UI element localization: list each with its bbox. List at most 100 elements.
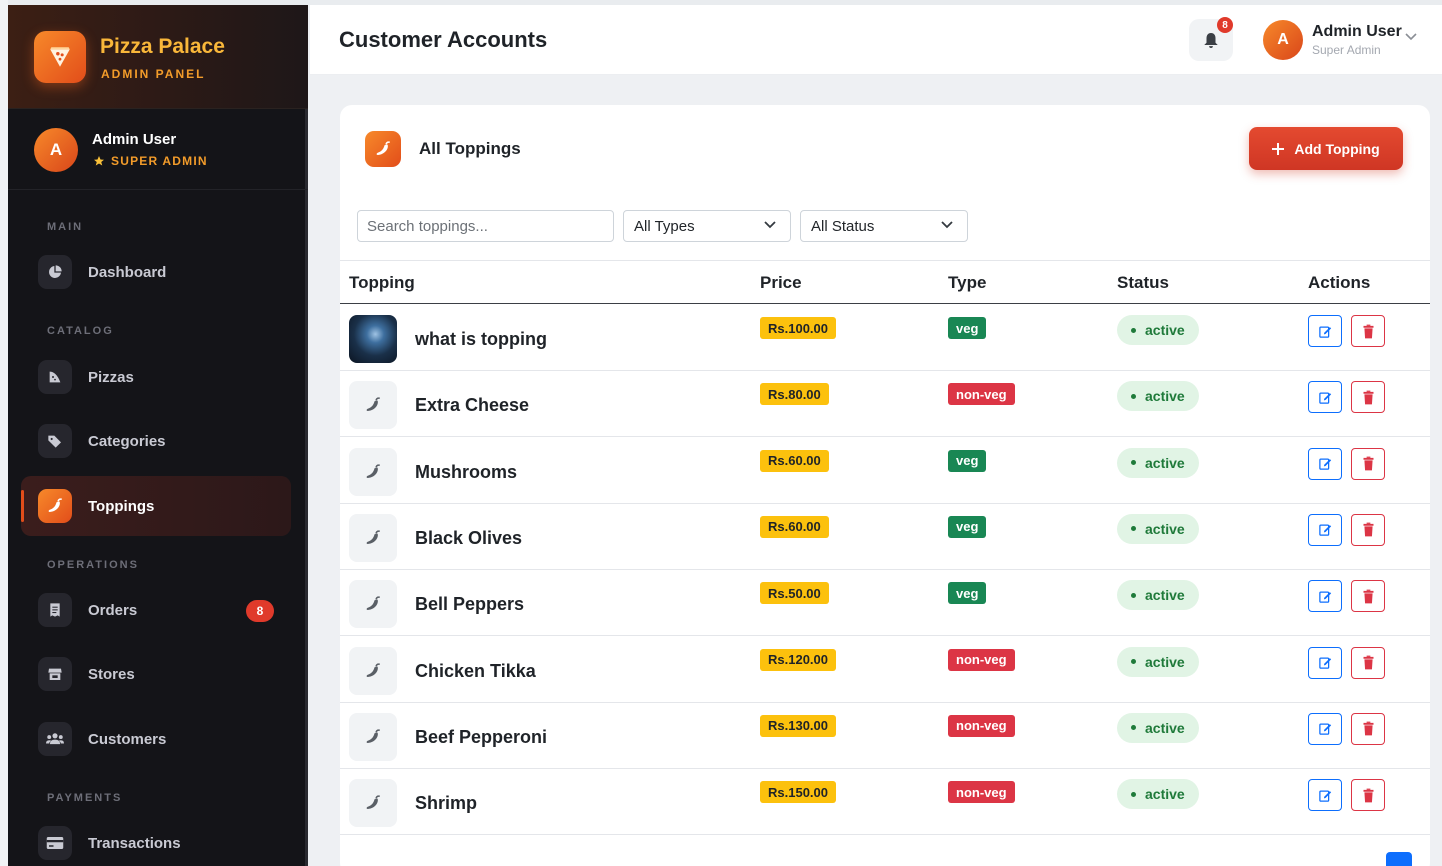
status-label: active — [1145, 587, 1185, 604]
sidebar-item-label: Customers — [88, 730, 167, 748]
sidebar-item-toppings[interactable]: Toppings — [21, 476, 291, 536]
type-filter-value: All Types — [634, 217, 695, 235]
edit-icon — [1318, 589, 1333, 604]
edit-button[interactable] — [1308, 712, 1342, 745]
table-row: Black Olives Rs.60.00 veg active — [340, 504, 1430, 570]
edit-button[interactable] — [1308, 580, 1342, 613]
avatar: A — [34, 128, 78, 172]
status-dot-icon — [1131, 592, 1136, 598]
price-badge: Rs.100.00 — [760, 317, 836, 339]
add-topping-label: Add Topping — [1294, 140, 1380, 157]
column-header-status: Status — [1117, 273, 1169, 292]
price-badge: Rs.150.00 — [760, 781, 836, 804]
type-badge: non-veg — [948, 714, 1015, 737]
brand-header: Pizza Palace ADMIN PANEL — [8, 5, 308, 109]
sidebar-item-customers[interactable]: Customers — [21, 709, 291, 769]
status-label: active — [1145, 454, 1185, 471]
topping-name: Bell Peppers — [415, 594, 525, 615]
table-row: Shrimp Rs.150.00 non-veg active — [340, 769, 1430, 836]
price-badge: Rs.60.00 — [760, 449, 829, 472]
status-badge: active — [1117, 381, 1199, 412]
delete-button[interactable] — [1351, 712, 1385, 745]
edit-button[interactable] — [1308, 513, 1342, 546]
brand-subtitle: ADMIN PANEL — [101, 67, 206, 81]
delete-button[interactable] — [1351, 646, 1385, 679]
edit-icon — [1318, 788, 1333, 803]
receipt-icon — [38, 593, 72, 627]
sidebar-item-transactions[interactable]: Transactions — [21, 813, 291, 866]
topping-name: Extra Cheese — [415, 395, 530, 416]
sidebar-item-orders[interactable]: Orders 8 — [21, 580, 291, 640]
topping-name: Black Olives — [415, 527, 523, 548]
trash-icon — [1362, 456, 1375, 471]
type-badge: non-veg — [948, 781, 1015, 804]
table-row: what is topping Rs.100.00 veg active — [340, 305, 1430, 371]
sidebar-item-label: Transactions — [88, 834, 181, 852]
status-badge: active — [1117, 315, 1199, 345]
status-badge: active — [1117, 447, 1199, 478]
topping-name: Beef Pepperoni — [415, 726, 548, 747]
chart-pie-icon — [38, 255, 72, 289]
delete-button[interactable] — [1351, 779, 1385, 812]
edit-icon — [1318, 655, 1333, 670]
status-badge: active — [1117, 712, 1199, 743]
edit-icon — [1318, 456, 1333, 471]
delete-button[interactable] — [1351, 580, 1385, 613]
users-icon — [38, 722, 72, 756]
top-header: Customer Accounts 8 A Admin User Super A… — [310, 5, 1442, 75]
edit-icon — [1318, 390, 1333, 405]
edit-button[interactable] — [1308, 447, 1342, 480]
status-filter-select[interactable]: All Status — [800, 210, 968, 242]
card-title: All Toppings — [419, 139, 521, 158]
delete-button[interactable] — [1351, 315, 1385, 347]
edit-button[interactable] — [1308, 381, 1342, 414]
pepper-icon — [349, 513, 397, 562]
delete-button[interactable] — [1351, 447, 1385, 480]
topping-image — [349, 315, 397, 363]
trash-icon — [1362, 390, 1375, 405]
pizza-slice-icon — [38, 360, 72, 394]
topping-name: what is topping — [415, 329, 547, 349]
plus-icon — [1272, 142, 1285, 155]
status-dot-icon — [1131, 460, 1136, 466]
delete-button[interactable] — [1351, 381, 1385, 414]
trash-icon — [1362, 522, 1375, 537]
delete-button[interactable] — [1351, 513, 1385, 546]
pepper-icon — [349, 447, 397, 496]
trash-icon — [1362, 589, 1375, 604]
table-row: Beef Pepperoni Rs.130.00 non-veg active — [340, 703, 1430, 769]
pagination-button[interactable] — [1386, 852, 1412, 866]
edit-button[interactable] — [1308, 779, 1342, 812]
trash-icon — [1362, 788, 1375, 803]
search-input[interactable] — [357, 210, 614, 242]
status-dot-icon — [1131, 327, 1136, 333]
sidebar-item-categories[interactable]: Categories — [21, 411, 291, 471]
status-dot-icon — [1131, 791, 1136, 797]
header-user-name[interactable]: Admin User — [1312, 23, 1402, 41]
sidebar-item-stores[interactable]: Stores — [21, 644, 291, 704]
orders-count-badge: 8 — [246, 600, 274, 622]
topping-name: Chicken Tikka — [415, 660, 536, 681]
price-badge: Rs.120.00 — [760, 648, 836, 671]
add-topping-button[interactable]: Add Topping — [1249, 127, 1403, 170]
table-row: Bell Peppers Rs.50.00 veg active — [340, 570, 1430, 637]
trash-icon — [1362, 655, 1375, 670]
edit-icon — [1318, 522, 1333, 537]
sidebar-item-label: Dashboard — [88, 263, 167, 281]
type-badge: non-veg — [948, 648, 1015, 671]
sidebar-item-pizzas[interactable]: Pizzas — [21, 347, 291, 407]
status-dot-icon — [1131, 393, 1136, 399]
store-icon — [38, 657, 72, 691]
section-title-payments: PAYMENTS — [47, 792, 123, 804]
column-header-type: Type — [948, 273, 987, 292]
sidebar-item-dashboard[interactable]: Dashboard — [21, 242, 291, 302]
edit-button[interactable] — [1308, 646, 1342, 679]
chevron-down-icon[interactable] — [1405, 33, 1417, 41]
page-title: Customer Accounts — [339, 27, 548, 52]
avatar[interactable]: A — [1263, 20, 1303, 60]
tags-icon — [38, 424, 72, 458]
trash-icon — [1362, 324, 1375, 339]
type-filter-select[interactable]: All Types — [623, 210, 791, 242]
edit-button[interactable] — [1308, 315, 1342, 347]
status-dot-icon — [1131, 725, 1136, 731]
